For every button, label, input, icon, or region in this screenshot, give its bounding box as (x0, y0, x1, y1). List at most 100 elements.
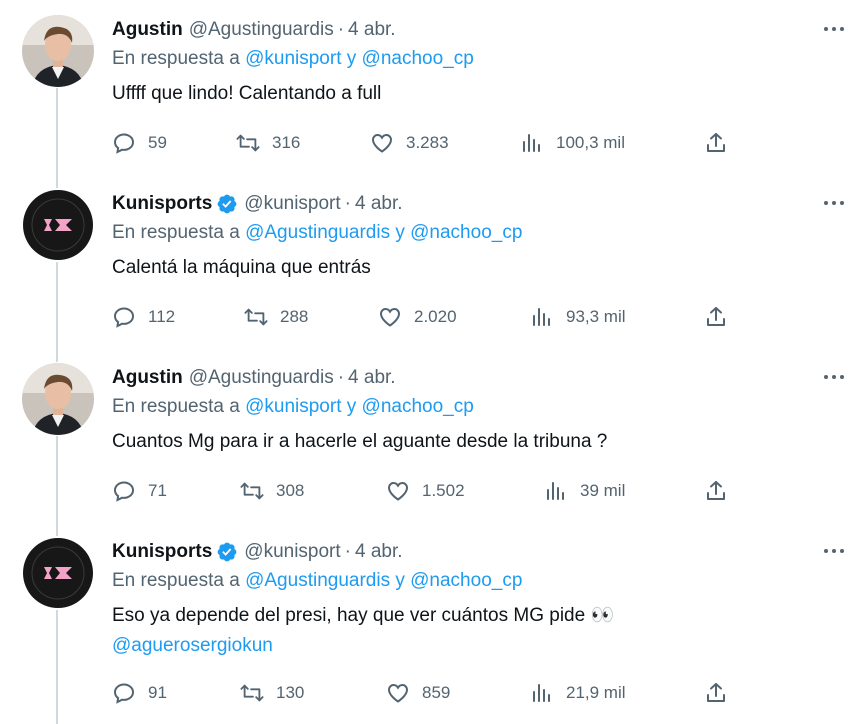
retweet-button[interactable]: 130 (240, 678, 304, 708)
display-name[interactable]: Kunisports (112, 541, 212, 563)
views-button[interactable]: 21,9 mil (530, 678, 626, 708)
like-button[interactable]: 3.283 (370, 128, 449, 158)
tweet-date[interactable]: 4 abr. (355, 193, 403, 215)
like-button[interactable]: 859 (386, 678, 450, 708)
retweet-button[interactable]: 316 (236, 128, 300, 158)
reply-connector: y (346, 396, 357, 417)
more-options-icon[interactable] (820, 17, 848, 41)
user-handle[interactable]: @kunisport (244, 541, 340, 563)
views-count: 39 mil (580, 481, 626, 500)
separator: · (337, 19, 345, 40)
mention-link[interactable]: @kunisport (245, 48, 341, 69)
reply-icon (112, 479, 136, 503)
mention-link[interactable]: @nachoo_cp (362, 48, 474, 69)
tweet-date[interactable]: 4 abr. (355, 541, 403, 563)
display-name[interactable]: Agustin (112, 367, 183, 389)
action-bar: 59 316 3.283 100,3 mil (112, 128, 732, 158)
share-button[interactable] (704, 128, 728, 158)
tweet-text-content: Calentá la máquina que entrás (112, 257, 371, 278)
tweet-text-content: Uffff que lindo! Calentando a full (112, 83, 382, 104)
retweet-count: 130 (276, 683, 305, 702)
user-handle[interactable]: @Agustinguardis (189, 19, 334, 41)
reply-connector: y (395, 222, 405, 243)
tweet-text: Eso ya depende del presi, hay que ver cu… (112, 601, 832, 661)
views-count: 93,3 mil (566, 307, 626, 326)
share-icon (704, 479, 728, 503)
analytics-icon (544, 479, 568, 503)
views-button[interactable]: 93,3 mil (530, 302, 626, 332)
share-button[interactable] (704, 476, 728, 506)
verified-badge-icon (216, 193, 238, 215)
avatar[interactable] (22, 15, 94, 87)
mention-link[interactable]: @Agustinguardis (245, 570, 390, 591)
mention-link[interactable]: @nachoo_cp (410, 570, 522, 591)
mention-link[interactable]: @kunisport (245, 396, 341, 417)
reply-connector: y (395, 570, 405, 591)
separator: · (344, 541, 351, 562)
more-options-icon[interactable] (820, 539, 848, 563)
retweet-count: 288 (280, 307, 309, 326)
reply-button[interactable]: 112 (112, 302, 175, 332)
separator: · (344, 193, 351, 214)
tweet-text: Calentá la máquina que entrás (112, 253, 832, 283)
user-handle[interactable]: @Agustinguardis (189, 367, 334, 389)
reply-prefix: En respuesta a (112, 570, 240, 591)
display-name[interactable]: Kunisports (112, 193, 212, 215)
more-options-icon[interactable] (820, 191, 848, 215)
like-button[interactable]: 1.502 (386, 476, 465, 506)
action-bar: 71 308 1.502 39 mil (112, 476, 732, 506)
reply-button[interactable]: 91 (112, 678, 167, 708)
mention-link[interactable]: @nachoo_cp (410, 222, 522, 243)
tweet[interactable]: Kunisports @kunisport · 4 abr. En respue… (0, 537, 862, 724)
avatar[interactable] (22, 537, 94, 609)
like-count: 859 (422, 683, 451, 702)
share-icon (704, 305, 728, 329)
retweet-button[interactable]: 308 (240, 476, 304, 506)
mention-link[interactable]: @nachoo_cp (362, 396, 474, 417)
mention-link[interactable]: @Agustinguardis (245, 222, 390, 243)
tweet-text: Cuantos Mg para ir a hacerle el aguante … (112, 427, 832, 457)
reply-icon (112, 131, 136, 155)
heart-icon (386, 681, 410, 705)
reply-context: En respuesta a @kunisport y @nachoo_cp (112, 396, 474, 418)
tweet[interactable]: Kunisports @kunisport · 4 abr. En respue… (0, 189, 862, 349)
avatar[interactable] (22, 363, 94, 435)
display-name[interactable]: Agustin (112, 19, 183, 41)
reply-button[interactable]: 59 (112, 128, 167, 158)
reply-icon (112, 681, 136, 705)
user-handle[interactable]: @kunisport (244, 193, 340, 215)
share-button[interactable] (704, 678, 728, 708)
mention-link[interactable]: @aguerosergiokun (112, 631, 832, 661)
views-button[interactable]: 100,3 mil (520, 128, 625, 158)
separator: · (337, 367, 345, 388)
action-bar: 91 130 859 21,9 mil (112, 678, 732, 708)
reply-button[interactable]: 71 (112, 476, 167, 506)
retweet-button[interactable]: 288 (244, 302, 308, 332)
like-count: 2.020 (414, 307, 457, 326)
reply-count: 91 (148, 683, 167, 702)
more-options-icon[interactable] (820, 365, 848, 389)
tweet-text-content: Eso ya depende del presi, hay que ver cu… (112, 605, 615, 626)
tweet[interactable]: Agustin @Agustinguardis · 4 abr. En resp… (0, 363, 862, 523)
like-button[interactable]: 2.020 (378, 302, 457, 332)
tweet-date[interactable]: 4 abr. (348, 19, 396, 41)
tweet-date[interactable]: 4 abr. (348, 367, 396, 389)
action-bar: 112 288 2.020 93,3 mil (112, 302, 732, 332)
reply-context: En respuesta a @Agustinguardis y @nachoo… (112, 570, 522, 592)
views-button[interactable]: 39 mil (544, 476, 625, 506)
retweet-count: 316 (272, 133, 301, 152)
tweet-header: Agustin @Agustinguardis · 4 abr. (112, 15, 396, 45)
tweet-header: Agustin @Agustinguardis · 4 abr. (112, 363, 396, 393)
reply-count: 59 (148, 133, 167, 152)
reply-prefix: En respuesta a (112, 48, 240, 69)
analytics-icon (520, 131, 544, 155)
reply-icon (112, 305, 136, 329)
avatar[interactable] (22, 189, 94, 261)
views-count: 100,3 mil (556, 133, 625, 152)
reply-context: En respuesta a @kunisport y @nachoo_cp (112, 48, 474, 70)
share-icon (704, 131, 728, 155)
reply-connector: y (346, 48, 357, 69)
share-button[interactable] (704, 302, 728, 332)
tweet[interactable]: Agustin @Agustinguardis · 4 abr. En resp… (0, 15, 862, 175)
reply-prefix: En respuesta a (112, 396, 240, 417)
